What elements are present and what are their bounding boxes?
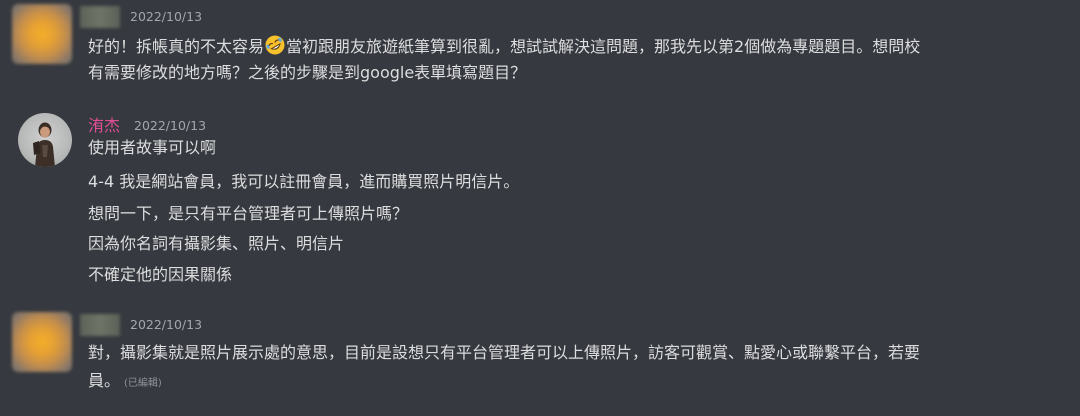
message-text: 當初跟朋友旅遊紙筆算到很亂，想試試解決這問題，那我先以第2個做為專題題目。想問校 [286, 37, 921, 56]
chat-message: 洧杰 2022/10/13 使用者故事可以啊 4-4 我是網站會員，我可以註冊會… [0, 113, 1080, 293]
message-text-line: 因為你名詞有攝影集、照片、明信片 [88, 234, 345, 253]
message-text: 好的！拆帳真的不太容易 [88, 37, 265, 56]
message-text-line: 4-4 我是網站會員，我可以註冊會員，進而購買照片明信片。 [88, 172, 520, 191]
message-text-line: 對，攝影集就是照片展示處的意思，目前是設想只有平台管理者可以上傳照片，訪客可觀賞… [88, 343, 921, 362]
message-timestamp: 2022/10/13 [134, 118, 207, 133]
author-name[interactable] [80, 314, 120, 336]
message-text-line: 使用者故事可以啊 [88, 138, 217, 157]
author-name[interactable] [80, 6, 120, 28]
message-text-line: 不確定他的因果關係 [88, 265, 233, 284]
message-text: 員。 [88, 371, 121, 390]
chat-message-list: 2022/10/13 好的！拆帳真的不太容易 當初跟朋友旅遊紙筆算到很亂，想試試… [0, 0, 1080, 416]
message-timestamp: 2022/10/13 [130, 317, 203, 332]
person-photo-icon [33, 122, 55, 167]
rolling-on-floor-laughing-emoji-icon [265, 35, 285, 55]
message-text-line: 想問一下，是只有平台管理者可上傳照片嗎？ [88, 204, 409, 223]
message-timestamp: 2022/10/13 [130, 9, 203, 24]
chat-message: 2022/10/13 對，攝影集就是照片展示處的意思，目前是設想只有平台管理者可… [0, 312, 1080, 402]
message-text-line: 員。 (已編輯) [88, 368, 162, 397]
avatar[interactable] [12, 4, 72, 64]
author-name[interactable]: 洧杰 [88, 115, 120, 137]
avatar[interactable] [18, 113, 72, 167]
message-text-line: 有需要修改的地方嗎？之後的步驟是到google表單填寫題目？ [88, 63, 527, 82]
avatar[interactable] [12, 312, 72, 372]
chat-message: 2022/10/13 好的！拆帳真的不太容易 當初跟朋友旅遊紙筆算到很亂，想試試… [0, 4, 1080, 88]
edited-label: (已編輯) [124, 378, 162, 389]
message-text-line: 好的！拆帳真的不太容易 當初跟朋友旅遊紙筆算到很亂，想試試解決這問題，那我先以第… [88, 34, 920, 60]
